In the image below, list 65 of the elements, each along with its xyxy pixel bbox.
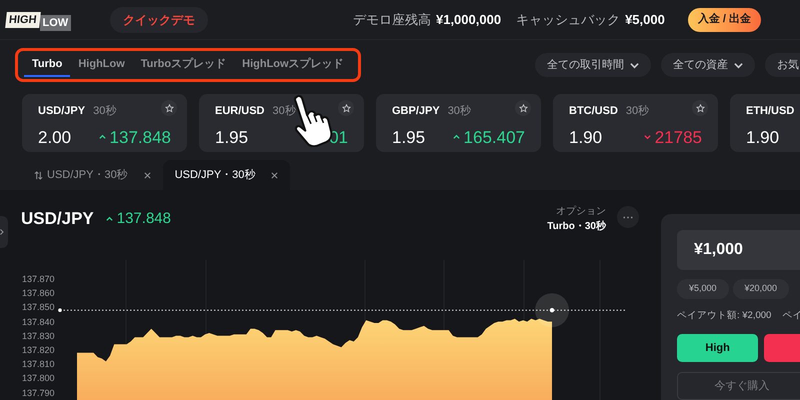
axis-label: 137.790	[22, 386, 55, 400]
payout-rate: 1.90	[746, 126, 780, 148]
duration-label: 30秒	[93, 104, 116, 119]
buy-now-button[interactable]: 今すぐ購入	[677, 372, 800, 400]
pair-name: ETH/USD	[746, 104, 794, 119]
amount-preset[interactable]: ¥20,000	[732, 279, 790, 299]
option-label: オプション	[556, 204, 606, 219]
duration-label: 30秒	[626, 104, 650, 119]
mode-tab[interactable]: HighLow	[70, 53, 133, 77]
asset-price: 21785	[654, 126, 702, 148]
amount-field[interactable]: ¥1,000	[677, 230, 800, 270]
close-icon[interactable]	[271, 172, 278, 178]
chart-tab[interactable]: USD/JPY・30秒	[162, 160, 290, 190]
axis-label: 137.870	[22, 273, 55, 286]
asset-card[interactable]: ETH/USD 1.90	[730, 94, 800, 152]
pair-name: GBP/JPY	[392, 104, 440, 119]
balance-value: ¥1,000,000	[436, 10, 502, 29]
mode-tab[interactable]: Turboスプレッド	[132, 53, 234, 77]
demo-badge[interactable]: クイックデモ	[110, 6, 208, 32]
axis-label: 137.830	[22, 330, 55, 343]
payout-rate: 1.95	[392, 126, 426, 148]
deposit-button[interactable]: 入金 / 出金	[688, 8, 761, 32]
axis-label: 137.850	[22, 301, 55, 314]
mode-tab[interactable]: Turbo	[24, 53, 70, 77]
amount-preset[interactable]: ¥5,000	[677, 279, 729, 299]
payout-rate: 1.90	[569, 126, 602, 148]
chart-pair: USD/JPY	[21, 208, 94, 230]
chevron-down-icon	[734, 60, 743, 70]
asset-price: 137.848	[110, 126, 171, 148]
asset-card[interactable]: USD/JPY 30秒 2.00 137.848	[22, 94, 187, 152]
more-icon	[623, 216, 633, 218]
chart-tab[interactable]: USD/JPY・30秒	[22, 160, 163, 190]
axis-label: 137.810	[22, 358, 55, 372]
logo-word: LOW	[40, 14, 72, 30]
payout-rate: 1.95	[215, 126, 248, 148]
swap-icon	[34, 170, 43, 180]
axis-label: 137.840	[22, 316, 55, 329]
duration-label: 30秒	[448, 104, 471, 119]
axis-label: 137.800	[22, 372, 55, 386]
pair-name: USD/JPY	[38, 104, 86, 119]
expand-handle[interactable]	[0, 216, 8, 248]
filter-dropdown[interactable]: お気	[765, 53, 800, 77]
high-button[interactable]: High	[677, 334, 758, 362]
axis-label: 137.820	[22, 344, 55, 358]
asset-card[interactable]: BTC/USD 30秒 1.90 21785	[553, 94, 718, 152]
payout-amount: ペイアウト額: ¥2,000	[677, 309, 772, 323]
cashback-label: キャッシュバック	[516, 10, 620, 29]
logo-word: HIGH	[5, 12, 40, 28]
axis-label: 137.860	[22, 287, 55, 300]
chevron-down-icon	[630, 60, 639, 70]
balance-label: デモロ座残高	[352, 10, 431, 29]
close-icon[interactable]	[144, 172, 151, 178]
current-price-marker	[535, 293, 569, 328]
filter-dropdown[interactable]: 全ての取引時間	[535, 53, 651, 77]
payout-rate: 2.00	[38, 126, 72, 148]
option-value: Turbo・30秒	[547, 220, 606, 234]
chart-price: 137.848	[116, 208, 171, 228]
duration-label: 30秒	[272, 104, 296, 119]
pair-name: BTC/USD	[569, 104, 618, 119]
mode-tab[interactable]: HighLowスプレッド	[234, 53, 352, 77]
cashback-value: ¥5,000	[625, 10, 665, 29]
filter-dropdown[interactable]: 全ての資産	[661, 53, 755, 77]
asset-card[interactable]: GBP/JPY 30秒 1.95 165.407	[376, 94, 541, 152]
pair-name: EUR/USD	[215, 104, 265, 119]
asset-price: 165.407	[464, 126, 525, 148]
